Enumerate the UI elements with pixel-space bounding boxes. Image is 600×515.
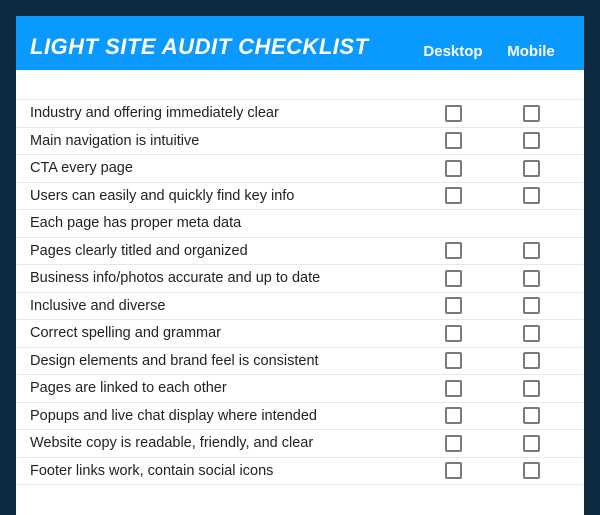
desktop-cell (414, 159, 492, 177)
checkbox-mobile[interactable] (523, 297, 540, 314)
checklist-item-label: Website copy is readable, friendly, and … (30, 431, 414, 455)
checkbox-desktop[interactable] (445, 160, 462, 177)
checklist-item-label: Users can easily and quickly find key in… (30, 184, 414, 208)
desktop-cell (414, 407, 492, 425)
checklist-row: Correct spelling and grammar (16, 320, 584, 348)
desktop-cell (414, 297, 492, 315)
checklist-row: Industry and offering immediately clear (16, 100, 584, 128)
checklist-item-label: Design elements and brand feel is consis… (30, 349, 414, 373)
checkbox-mobile[interactable] (523, 380, 540, 397)
mobile-cell (492, 379, 570, 397)
desktop-cell (414, 132, 492, 150)
checkbox-desktop[interactable] (445, 105, 462, 122)
checkbox-mobile[interactable] (523, 160, 540, 177)
spacer-row (16, 485, 584, 505)
checkbox-desktop[interactable] (445, 270, 462, 287)
mobile-cell (492, 324, 570, 342)
checklist-row: Design elements and brand feel is consis… (16, 348, 584, 376)
checkbox-desktop[interactable] (445, 187, 462, 204)
checklist-row: Inclusive and diverse (16, 293, 584, 321)
mobile-cell (492, 132, 570, 150)
checklist-item-label: Pages are linked to each other (30, 376, 414, 400)
checklist-item-label: Inclusive and diverse (30, 294, 414, 318)
checklist-item-label: Popups and live chat display where inten… (30, 404, 414, 428)
checklist-item-label: Correct spelling and grammar (30, 321, 414, 345)
checklist-row: Pages clearly titled and organized (16, 238, 584, 266)
checklist-row: Pages are linked to each other (16, 375, 584, 403)
checklist-title: LIGHT SITE AUDIT CHECKLIST (30, 34, 414, 60)
checkbox-mobile[interactable] (523, 270, 540, 287)
checkbox-mobile[interactable] (523, 132, 540, 149)
checkbox-mobile[interactable] (523, 105, 540, 122)
checklist-row: Popups and live chat display where inten… (16, 403, 584, 431)
mobile-cell (492, 269, 570, 287)
checkbox-desktop[interactable] (445, 380, 462, 397)
checklist-item-label: CTA every page (30, 156, 414, 180)
checklist-item-label: Footer links work, contain social icons (30, 459, 414, 483)
desktop-cell (414, 379, 492, 397)
checkbox-desktop[interactable] (445, 132, 462, 149)
desktop-cell (414, 434, 492, 452)
checkbox-mobile[interactable] (523, 352, 540, 369)
checklist-row: Each page has proper meta data (16, 210, 584, 238)
mobile-cell (492, 159, 570, 177)
checklist-row: Website copy is readable, friendly, and … (16, 430, 584, 458)
mobile-cell (492, 297, 570, 315)
mobile-cell (492, 407, 570, 425)
checkbox-mobile[interactable] (523, 462, 540, 479)
checkbox-mobile[interactable] (523, 325, 540, 342)
checklist-item-label: Main navigation is intuitive (30, 129, 414, 153)
checkbox-mobile[interactable] (523, 435, 540, 452)
checklist-row: Footer links work, contain social icons (16, 458, 584, 486)
checkbox-desktop[interactable] (445, 297, 462, 314)
checklist-item-label: Business info/photos accurate and up to … (30, 266, 414, 290)
checkbox-desktop[interactable] (445, 242, 462, 259)
desktop-cell (414, 269, 492, 287)
mobile-cell (492, 104, 570, 122)
checkbox-desktop[interactable] (445, 407, 462, 424)
desktop-cell (414, 187, 492, 205)
mobile-cell (492, 187, 570, 205)
checkbox-desktop[interactable] (445, 352, 462, 369)
desktop-cell (414, 242, 492, 260)
column-header-mobile: Mobile (492, 43, 570, 60)
checklist-item-label: Industry and offering immediately clear (30, 101, 414, 125)
desktop-cell (414, 352, 492, 370)
checklist-item-label (30, 81, 414, 89)
mobile-cell (492, 242, 570, 260)
checklist-sheet: LIGHT SITE AUDIT CHECKLIST Desktop Mobil… (16, 16, 584, 515)
mobile-cell (492, 352, 570, 370)
checklist-item-label: Pages clearly titled and organized (30, 239, 414, 263)
desktop-cell (414, 104, 492, 122)
column-header-desktop: Desktop (414, 43, 492, 60)
checkbox-mobile[interactable] (523, 187, 540, 204)
checkbox-mobile[interactable] (523, 242, 540, 259)
mobile-cell (492, 462, 570, 480)
checklist-item-label: Each page has proper meta data (30, 211, 414, 235)
checklist-row: Users can easily and quickly find key in… (16, 183, 584, 211)
checklist-row: CTA every page (16, 155, 584, 183)
checklist-body: Industry and offering immediately clear M… (16, 70, 584, 515)
mobile-cell (492, 434, 570, 452)
desktop-cell (414, 462, 492, 480)
checkbox-mobile[interactable] (523, 407, 540, 424)
checkbox-desktop[interactable] (445, 435, 462, 452)
checklist-row: Business info/photos accurate and up to … (16, 265, 584, 293)
checkbox-desktop[interactable] (445, 462, 462, 479)
header-row: LIGHT SITE AUDIT CHECKLIST Desktop Mobil… (16, 16, 584, 70)
checkbox-desktop[interactable] (445, 325, 462, 342)
checklist-row: Main navigation is intuitive (16, 128, 584, 156)
checklist-row (16, 70, 584, 100)
desktop-cell (414, 324, 492, 342)
